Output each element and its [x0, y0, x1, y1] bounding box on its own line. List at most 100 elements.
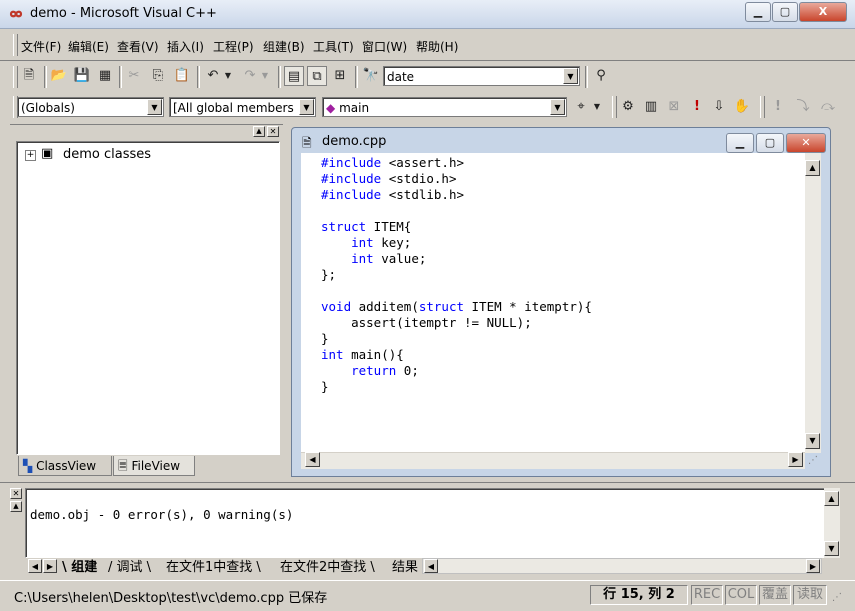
tab-classview-label: ClassView — [36, 459, 97, 473]
undo-button[interactable]: ↶ — [203, 66, 223, 86]
breakpoint-button[interactable]: ✋ — [732, 97, 752, 117]
divider — [0, 482, 855, 483]
go-button[interactable]: ⇩ — [709, 97, 729, 117]
workspace-restore-button[interactable]: ▲ — [253, 126, 265, 137]
find-button[interactable]: ⚲ — [591, 66, 611, 86]
menu-tools[interactable]: 工具(T) — [313, 38, 354, 55]
member-combo[interactable]: ◆ main ▼ — [322, 97, 567, 117]
undo-dropdown[interactable]: ▼ — [222, 66, 234, 86]
tree-expand-icon[interactable]: + — [25, 150, 36, 161]
menu-project[interactable]: 工程(P) — [213, 38, 254, 55]
close-button[interactable]: X — [799, 2, 847, 22]
tab-fileview[interactable]: 🗏 FileView — [113, 456, 195, 476]
output-window[interactable]: demo.obj - 0 error(s), 0 warning(s) — [25, 488, 825, 558]
code-line: }; — [321, 267, 337, 282]
menu-bar: 文件(F) 编辑(E) 查看(V) 插入(I) 工程(P) 组建(B) 工具(T… — [0, 30, 855, 58]
tree-root-label[interactable]: demo classes — [63, 147, 151, 162]
chevron-down-icon[interactable]: ▼ — [299, 99, 314, 115]
editor-vertical-scrollbar[interactable] — [805, 153, 821, 453]
classview-icon: ▚ — [23, 459, 33, 473]
scroll-left-button[interactable]: ◀ — [305, 452, 320, 467]
menu-view[interactable]: 查看(V) — [117, 38, 159, 55]
go-icon: ⇩ — [713, 99, 725, 114]
output-scroll-right-button[interactable]: ▶ — [806, 559, 820, 573]
status-rec: REC — [691, 585, 723, 605]
class-tree[interactable]: + ▣ demo classes — [16, 141, 280, 455]
output-close-button[interactable]: ✕ — [10, 488, 22, 499]
tab-find-in-files-2[interactable]: 在文件2中查找 \ — [280, 556, 375, 575]
menu-help[interactable]: 帮助(H) — [416, 38, 458, 55]
stop-build-button[interactable]: ⊠ — [664, 97, 684, 117]
redo-dropdown[interactable]: ▼ — [259, 66, 271, 86]
toolbar-grip[interactable] — [13, 66, 18, 88]
workspace-toggle-button[interactable]: ▤ — [284, 66, 304, 86]
buildbar-grip[interactable] — [612, 96, 617, 118]
chevron-down-icon[interactable]: ▼ — [147, 99, 162, 115]
chevron-up-icon: ▲ — [828, 494, 835, 503]
code-line: #include <stdlib.h> — [321, 187, 465, 202]
scroll-right-button[interactable]: ▶ — [788, 452, 803, 467]
compile-button[interactable]: ⚙ — [618, 97, 638, 117]
wizard-action-dropdown[interactable]: ▼ — [591, 97, 603, 117]
editor-minimize-button[interactable]: ▁ — [726, 133, 754, 153]
scroll-up-button[interactable]: ▲ — [805, 160, 820, 176]
size-grip-icon[interactable]: ⋰ — [832, 592, 842, 603]
minimize-button[interactable]: ▁ — [745, 2, 771, 22]
open-button[interactable]: 📂 — [49, 66, 69, 86]
menu-build[interactable]: 组建(B) — [263, 38, 305, 55]
debug-execute-button[interactable]: ! — [768, 97, 788, 117]
chevron-left-icon: ◀ — [427, 562, 435, 571]
new-text-file-button[interactable]: 🗎 — [19, 66, 39, 86]
save-all-button[interactable]: ▦ — [95, 66, 115, 86]
menu-edit[interactable]: 编辑(E) — [68, 38, 109, 55]
wizard-action-button[interactable]: ⌖ — [571, 97, 591, 117]
redo-button[interactable]: ↷ — [240, 66, 260, 86]
menu-window[interactable]: 窗口(W) — [362, 38, 407, 55]
tab-debug[interactable]: / 调试 \ — [108, 556, 151, 575]
close-icon: ✕ — [12, 489, 20, 498]
class-combo[interactable]: (Globals) ▼ — [17, 97, 164, 117]
code-editor[interactable]: #include <assert.h> #include <stdio.h> #in… — [301, 153, 805, 453]
step-over-button[interactable]: ⤼ — [818, 97, 838, 117]
status-read: 读取 — [793, 585, 827, 605]
window-list-button[interactable]: ⊞ — [330, 66, 350, 86]
tab-scroll-left-button[interactable]: ◀ — [28, 559, 42, 573]
workspace-close-button[interactable]: ✕ — [267, 126, 279, 137]
scroll-down-button[interactable]: ▼ — [805, 433, 820, 449]
find-in-files-button[interactable]: 🔭 — [361, 66, 381, 86]
chevron-right-icon: ▶ — [792, 455, 799, 464]
execute-button[interactable]: ! — [687, 97, 707, 117]
undo-icon: ↶ — [207, 68, 219, 83]
filter-combo[interactable]: [All global members ▼ — [169, 97, 316, 117]
chevron-down-icon[interactable]: ▼ — [563, 68, 578, 84]
output-restore-button[interactable]: ▲ — [10, 501, 22, 512]
build-button[interactable]: ▥ — [641, 97, 661, 117]
tab-scroll-right-button[interactable]: ▶ — [43, 559, 57, 573]
tab-build[interactable]: \ 组建 — [62, 556, 97, 575]
status-col-label: COL — [727, 587, 755, 602]
output-toggle-button[interactable]: ⧉ — [307, 66, 327, 86]
save-button[interactable]: 💾 — [72, 66, 92, 86]
status-col: COL — [725, 585, 757, 605]
output-horizontal-scrollbar[interactable] — [422, 558, 822, 574]
maximize-button[interactable]: ▢ — [772, 2, 798, 22]
resize-grip-icon[interactable]: ⋰ — [808, 455, 820, 467]
editor-horizontal-scrollbar[interactable] — [301, 452, 805, 469]
paste-button[interactable]: 📋 — [172, 66, 192, 86]
editor-maximize-button[interactable]: ▢ — [756, 133, 784, 153]
output-scroll-down-button[interactable]: ▼ — [824, 541, 839, 556]
chevron-down-icon[interactable]: ▼ — [550, 99, 565, 115]
tab-classview[interactable]: ▚ ClassView — [18, 456, 112, 476]
menu-file[interactable]: 文件(F) — [21, 38, 61, 55]
copy-button[interactable]: ⎘ — [148, 66, 168, 86]
tab-find-in-files-1[interactable]: 在文件1中查找 \ — [166, 556, 261, 575]
output-scroll-left-button[interactable]: ◀ — [424, 559, 438, 573]
cut-button[interactable]: ✂ — [124, 66, 144, 86]
find-combo[interactable]: date ▼ — [383, 66, 580, 86]
output-scroll-up-button[interactable]: ▲ — [824, 491, 839, 506]
step-into-button[interactable]: ⤵ — [793, 97, 813, 117]
menu-insert[interactable]: 插入(I) — [167, 38, 204, 55]
editor-close-button[interactable]: ✕ — [786, 133, 826, 153]
tab-results[interactable]: 结果 — [392, 556, 418, 575]
debugbar-grip[interactable] — [760, 96, 765, 118]
